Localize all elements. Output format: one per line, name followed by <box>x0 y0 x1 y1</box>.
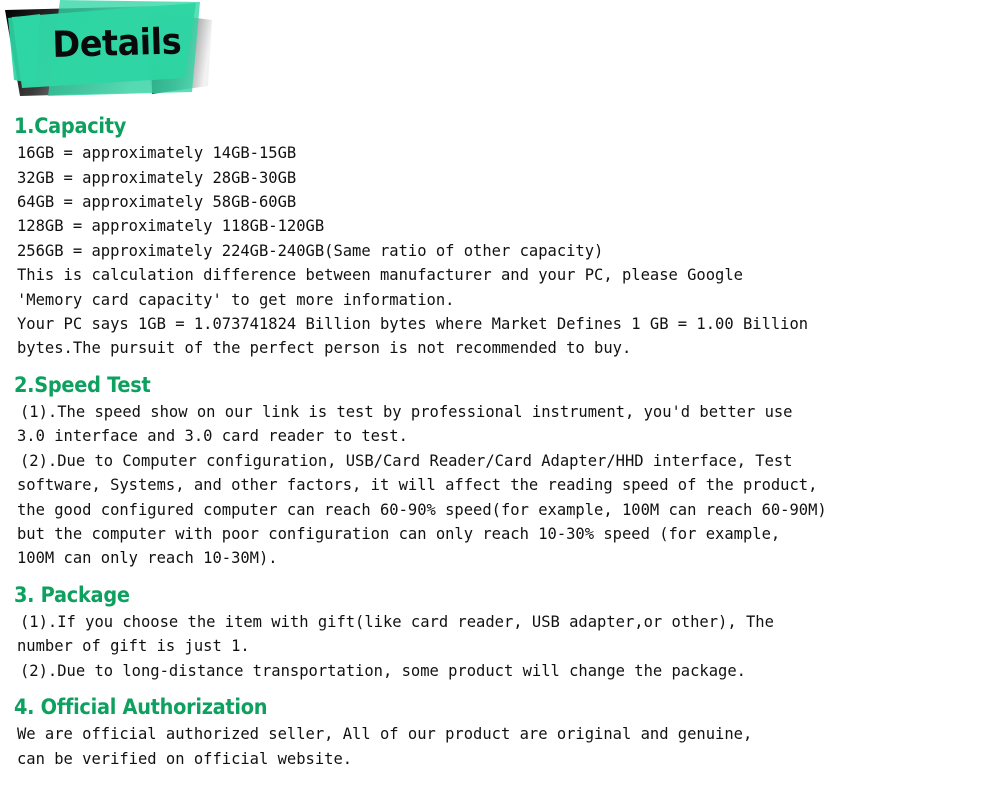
speed-item2-line1: (2).Due to Computer configuration, USB/C… <box>20 450 793 470</box>
capacity-note-line-2: 'Memory card capacity' to get more infor… <box>17 289 455 309</box>
speed-item2-line4: but the computer with poor configuration… <box>17 523 781 543</box>
capacity-line-32gb: 32GB = approximately 28GB-30GB <box>17 167 297 187</box>
speed-item2-line3: the good configured computer can reach 6… <box>17 499 827 519</box>
speed-item2-line5: 100M can only reach 10-30M). <box>17 548 278 568</box>
section-heading-capacity: 1.Capacity <box>14 114 127 138</box>
capacity-line-128gb: 128GB = approximately 118GB-120GB <box>17 216 325 236</box>
details-content: 1.Capacity 16GB = approximately 14GB-15G… <box>0 108 1000 771</box>
speed-item1-line2: 3.0 interface and 3.0 card reader to tes… <box>17 426 408 446</box>
authorization-line-2: can be verified on official website. <box>17 748 353 768</box>
section-heading-package: 3. Package <box>14 582 130 607</box>
capacity-note-line-4: bytes.The pursuit of the perfect person … <box>17 338 632 358</box>
capacity-line-16gb: 16GB = approximately 14GB-15GB <box>17 143 297 163</box>
section-heading-official-authorization: 4. Official Authorization <box>14 695 268 720</box>
package-item2-line1: (2).Due to long-distance transportation,… <box>20 660 746 680</box>
authorization-line-1: We are official authorized seller, All o… <box>17 724 753 744</box>
details-banner: Details <box>0 0 240 108</box>
capacity-note-line-1: This is calculation difference between m… <box>17 265 743 285</box>
speed-item1-line1: (1).The speed show on our link is test b… <box>20 401 793 421</box>
banner-title: Details <box>51 21 182 66</box>
speed-item2-line2: software, Systems, and other factors, it… <box>17 475 818 495</box>
section-speed-test: 2.Speed Test (1).The speed show on our l… <box>0 373 1000 571</box>
package-item1-line2: number of gift is just 1. <box>17 636 250 656</box>
section-package: 3. Package (1).If you choose the item wi… <box>0 583 1000 683</box>
capacity-note-line-3: Your PC says 1GB = 1.073741824 Billion b… <box>17 313 809 333</box>
package-item1-line1: (1).If you choose the item with gift(lik… <box>20 611 774 631</box>
capacity-line-256gb: 256GB = approximately 224GB-240GB(Same r… <box>17 240 604 260</box>
capacity-line-64gb: 64GB = approximately 58GB-60GB <box>17 191 297 211</box>
banner-teal-wedge <box>8 14 40 84</box>
section-capacity: 1.Capacity 16GB = approximately 14GB-15G… <box>0 114 1000 361</box>
section-heading-speed-test: 2.Speed Test <box>14 372 151 397</box>
section-official-authorization: 4. Official Authorization We are officia… <box>0 695 1000 771</box>
